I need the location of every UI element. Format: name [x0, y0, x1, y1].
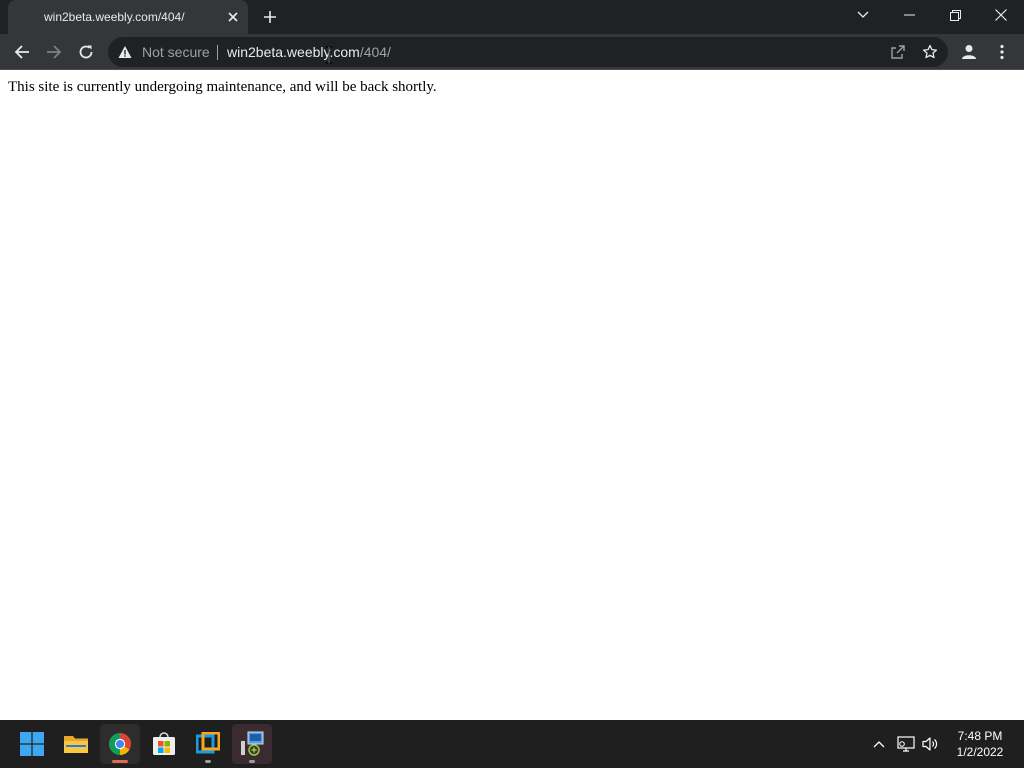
browser-tab[interactable]: win2beta.weebly.com/404/	[8, 0, 248, 34]
taskbar-store[interactable]	[144, 724, 184, 764]
taskbar-clock[interactable]: 7:48 PM 1/2/2022	[944, 728, 1016, 760]
taskbar-vmware[interactable]	[188, 724, 228, 764]
browser-titlebar: win2beta.weebly.com/404/	[0, 0, 1024, 34]
tab-close-icon[interactable]	[224, 8, 242, 26]
bookmark-star-icon[interactable]	[918, 40, 942, 64]
taskbar-file-explorer[interactable]	[56, 724, 96, 764]
minimize-button[interactable]	[886, 0, 932, 30]
taskbar: 7:48 PM 1/2/2022	[0, 720, 1024, 768]
minimize-icon	[903, 14, 915, 16]
chevron-down-icon	[857, 11, 869, 18]
profile-button[interactable]	[954, 37, 984, 67]
url-text[interactable]: win2beta.weebly.com/404/	[227, 44, 391, 60]
omnibox-divider	[217, 45, 218, 60]
address-bar[interactable]: Not secure win2beta.weebly.com/404/	[108, 37, 948, 67]
chrome-icon	[109, 733, 131, 755]
start-button[interactable]	[12, 724, 52, 764]
share-icon[interactable]	[886, 40, 910, 64]
page-viewport: This site is currently undergoing mainte…	[0, 71, 1024, 720]
arrow-right-icon	[47, 45, 62, 59]
url-host: win2beta.weebly.com	[227, 44, 360, 60]
browser-toolbar: Not secure win2beta.weebly.com/404/	[0, 34, 1024, 70]
forward-button[interactable]	[39, 37, 69, 67]
profile-icon	[962, 45, 976, 59]
app-running-indicator	[249, 760, 255, 763]
chevron-up-icon	[873, 741, 885, 748]
url-path: /404/	[359, 44, 391, 60]
restore-button[interactable]	[932, 0, 978, 30]
menu-button[interactable]	[987, 37, 1017, 67]
show-hidden-icons-button[interactable]	[869, 734, 889, 754]
network-icon[interactable]	[896, 734, 916, 754]
reload-icon	[79, 45, 93, 59]
vmware-running-indicator	[205, 760, 211, 763]
arrow-left-icon	[14, 45, 29, 59]
security-indicator-label[interactable]: Not secure	[142, 44, 210, 60]
back-button[interactable]	[7, 37, 37, 67]
windows-logo-icon	[20, 732, 44, 756]
app-window-icon	[241, 731, 264, 756]
more-vert-icon	[1000, 44, 1004, 60]
text-cursor-icon	[326, 46, 332, 64]
restore-icon	[949, 9, 961, 21]
close-icon	[995, 9, 1007, 21]
plus-icon	[264, 11, 276, 23]
clock-date: 1/2/2022	[956, 745, 1004, 759]
maintenance-message: This site is currently undergoing mainte…	[8, 79, 437, 95]
tab-search-button[interactable]	[840, 0, 886, 30]
reload-button[interactable]	[71, 37, 101, 67]
taskbar-app[interactable]	[232, 724, 272, 764]
clock-time: 7:48 PM	[957, 729, 1003, 743]
store-icon	[153, 732, 175, 755]
chrome-running-indicator	[112, 760, 128, 763]
volume-icon[interactable]	[920, 734, 940, 754]
taskbar-chrome[interactable]	[100, 724, 140, 764]
folder-icon	[64, 736, 88, 753]
warning-icon[interactable]	[118, 45, 132, 59]
close-window-button[interactable]	[978, 0, 1024, 30]
vmware-icon	[196, 732, 220, 754]
new-tab-button[interactable]	[259, 6, 281, 28]
tab-title: win2beta.weebly.com/404/	[44, 10, 185, 24]
